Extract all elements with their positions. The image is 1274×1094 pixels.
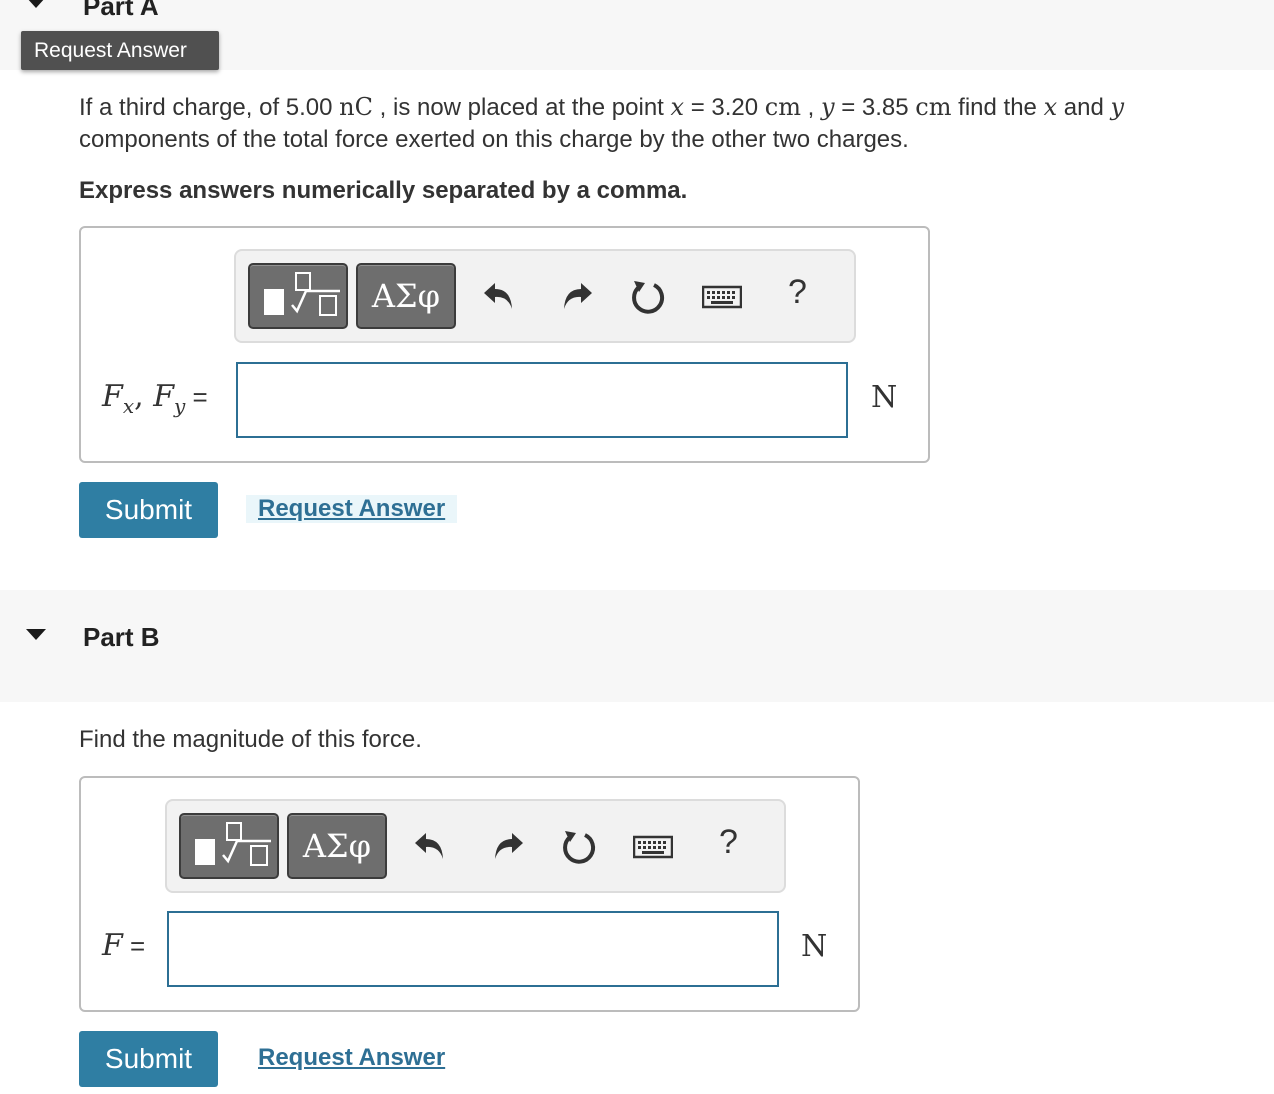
part-b-title: Part B — [83, 622, 160, 652]
var-y: y — [1110, 93, 1125, 121]
unit-nanocoulomb: nC — [339, 93, 373, 121]
var-x: x — [1043, 93, 1058, 121]
greek-symbols-button[interactable]: ΑΣφ — [356, 263, 456, 329]
fraction-root-template-icon — [264, 272, 340, 316]
part-b-math-toolbar: ΑΣφ ? — [165, 799, 786, 893]
part-b-answer-input[interactable] — [167, 911, 779, 987]
part-b-header[interactable] — [0, 590, 1274, 702]
var-y: y — [821, 93, 835, 121]
part-a-submit-button[interactable]: Submit — [79, 482, 218, 538]
help-button[interactable]: ? — [788, 273, 807, 312]
part-b-question: Find the magnitude of this force. — [79, 726, 422, 753]
part-a-answer-label: Fx, Fy = — [102, 379, 208, 418]
part-b-unit: N — [801, 929, 828, 964]
undo-icon[interactable] — [480, 277, 520, 317]
part-b-request-answer-link[interactable]: Request Answer — [246, 1044, 457, 1072]
reset-icon[interactable] — [559, 827, 599, 867]
part-b-answer-label: F = — [102, 928, 146, 963]
part-b-submit-button[interactable]: Submit — [79, 1031, 218, 1087]
part-a-unit: N — [871, 380, 898, 415]
unit-cm: cm — [764, 93, 801, 121]
templates-button[interactable] — [179, 813, 279, 879]
part-a-math-toolbar: ΑΣφ ? — [234, 249, 856, 343]
part-a-collapse-icon[interactable] — [26, 0, 46, 8]
var-x: x — [670, 93, 685, 121]
templates-button[interactable] — [248, 263, 348, 329]
fraction-root-template-icon — [195, 822, 271, 866]
reset-icon[interactable] — [628, 277, 668, 317]
help-button[interactable]: ? — [719, 823, 738, 862]
greek-symbols-button[interactable]: ΑΣφ — [287, 813, 387, 879]
keyboard-icon[interactable] — [702, 277, 742, 317]
redo-icon[interactable] — [487, 827, 527, 867]
redo-icon[interactable] — [556, 277, 596, 317]
part-a-answer-input[interactable] — [236, 362, 848, 438]
request-answer-tooltip: Request Answer — [21, 31, 219, 70]
part-a-request-answer-link[interactable]: Request Answer — [246, 495, 458, 523]
undo-icon[interactable] — [411, 827, 451, 867]
part-b-collapse-icon[interactable] — [26, 629, 46, 640]
part-a-instruction: Express answers numerically separated by… — [79, 177, 688, 204]
unit-cm: cm — [915, 93, 952, 121]
keyboard-icon[interactable] — [633, 827, 673, 867]
part-a-question: If a third charge, of 5.00 nC , is now p… — [79, 93, 1125, 153]
part-a-title: Part A — [83, 0, 159, 21]
